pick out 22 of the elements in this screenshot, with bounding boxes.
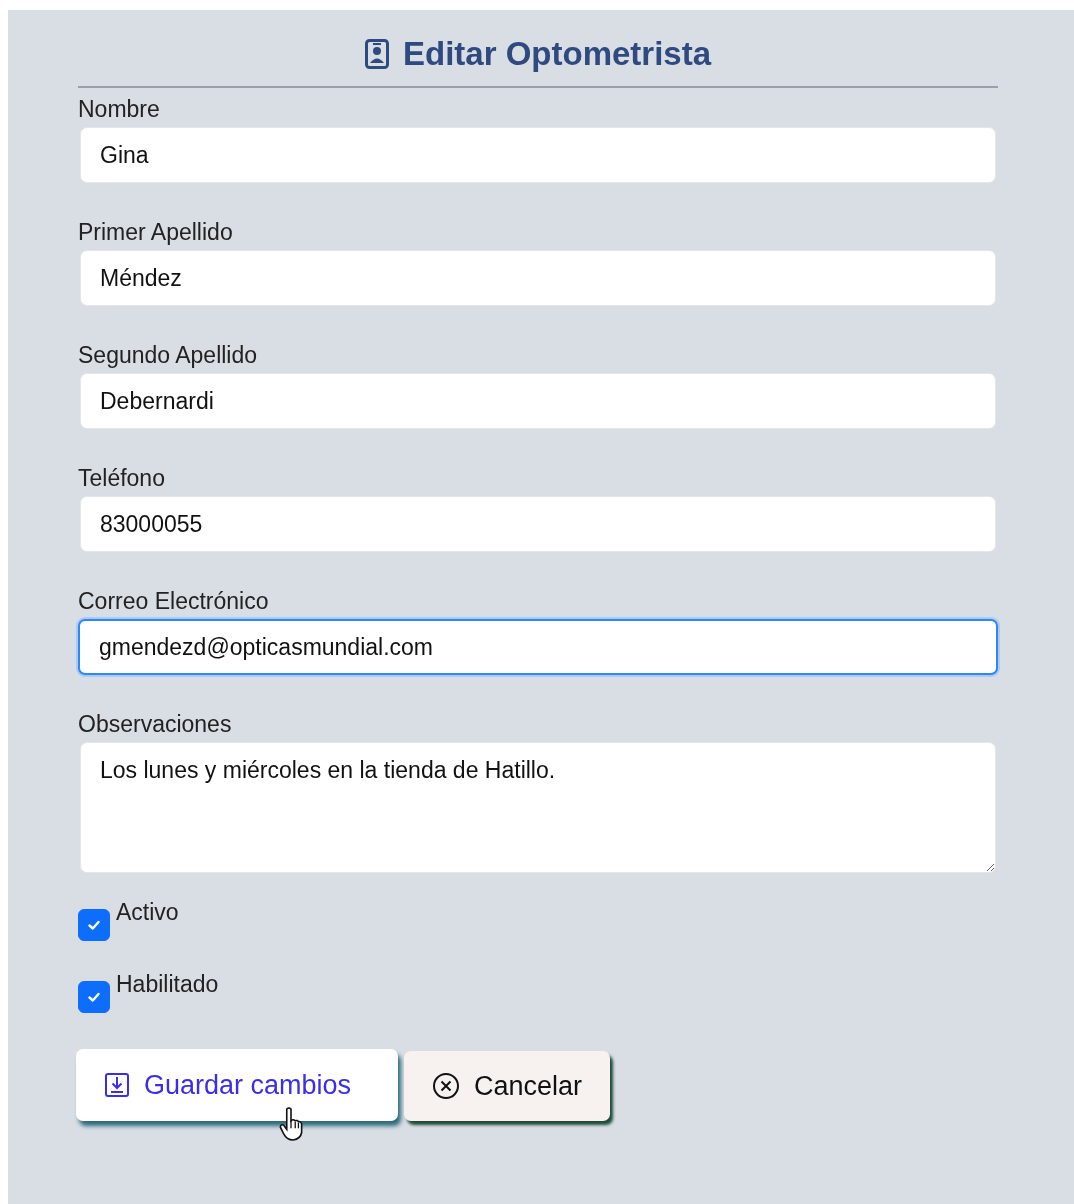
input-field[interactable]: Debernardi bbox=[80, 373, 996, 429]
input-field[interactable]: Gina bbox=[80, 127, 996, 183]
hand-cursor-icon bbox=[278, 1107, 304, 1141]
field-label: Teléfono bbox=[78, 465, 166, 493]
cancel-button[interactable]: Cancelar bbox=[404, 1051, 611, 1121]
form-title: Editar Optometrista bbox=[402, 35, 712, 73]
checkbox-label: Habilitado bbox=[116, 971, 219, 998]
checkbox-label: Activo bbox=[116, 899, 179, 926]
close-icon bbox=[432, 1072, 460, 1100]
field-label: Segundo Apellido bbox=[78, 342, 259, 370]
input-field[interactable]: Méndez bbox=[80, 250, 996, 306]
checkbox[interactable] bbox=[78, 981, 110, 1013]
field-label: Primer Apellido bbox=[78, 219, 234, 247]
field-label: Observaciones bbox=[78, 711, 233, 739]
download-icon bbox=[104, 1072, 130, 1098]
id-badge-icon bbox=[364, 39, 389, 69]
input-field[interactable]: gmendezd@opticasmundial.com bbox=[78, 619, 998, 675]
input-field[interactable]: 83000055 bbox=[80, 496, 996, 552]
field-label: Nombre bbox=[78, 96, 161, 124]
text-area[interactable]: Los lunes y miércoles en la tienda de Hatillo. bbox=[80, 742, 996, 873]
checkbox[interactable] bbox=[78, 909, 110, 941]
field-label: Correo Electrónico bbox=[78, 588, 270, 616]
